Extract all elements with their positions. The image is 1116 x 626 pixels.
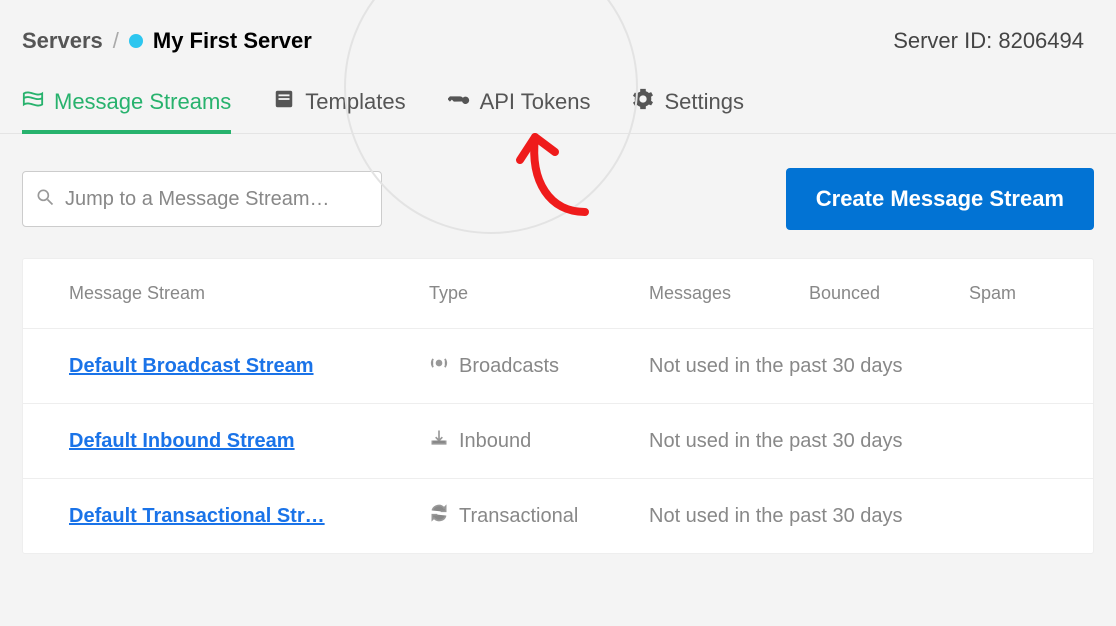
- type-cell: Inbound: [429, 428, 649, 454]
- stream-link[interactable]: Default Broadcast Stream: [69, 355, 429, 378]
- type-label: Transactional: [459, 505, 578, 528]
- row-status: Not used in the past 30 days: [649, 505, 1047, 528]
- breadcrumb-root[interactable]: Servers: [22, 28, 103, 54]
- tab-bar: Message Streams Templates API Tokens Set…: [0, 70, 1116, 134]
- gear-icon: [632, 88, 654, 116]
- type-label: Inbound: [459, 430, 531, 453]
- col-stream: Message Stream: [69, 283, 429, 304]
- tab-label: Templates: [305, 89, 405, 115]
- server-id: Server ID: 8206494: [893, 28, 1084, 54]
- table-row: Default Inbound Stream Inbound Not used …: [23, 404, 1093, 479]
- table-row: Default Transactional Str… Transactional…: [23, 479, 1093, 553]
- row-status: Not used in the past 30 days: [649, 430, 1047, 453]
- server-id-label: Server ID:: [893, 28, 992, 53]
- page-header: Servers / My First Server Server ID: 820…: [0, 0, 1116, 70]
- search-input[interactable]: [65, 188, 369, 211]
- col-type: Type: [429, 283, 649, 304]
- toolbar: Create Message Stream: [0, 134, 1116, 258]
- breadcrumb: Servers / My First Server: [22, 28, 312, 54]
- server-color-dot: [129, 34, 143, 48]
- tab-api-tokens[interactable]: API Tokens: [448, 88, 591, 134]
- server-id-value: 8206494: [998, 28, 1084, 53]
- tab-label: Message Streams: [54, 89, 231, 115]
- table-row: Default Broadcast Stream Broadcasts Not …: [23, 329, 1093, 404]
- streams-table: Message Stream Type Messages Bounced Spa…: [22, 258, 1094, 554]
- create-message-stream-button[interactable]: Create Message Stream: [786, 168, 1094, 230]
- stream-link[interactable]: Default Transactional Str…: [69, 505, 429, 528]
- tab-templates[interactable]: Templates: [273, 88, 405, 134]
- templates-icon: [273, 88, 295, 116]
- stream-link[interactable]: Default Inbound Stream: [69, 430, 429, 453]
- col-messages: Messages: [649, 283, 809, 304]
- breadcrumb-current: My First Server: [153, 28, 312, 54]
- type-cell: Broadcasts: [429, 353, 649, 379]
- streams-icon: [22, 88, 44, 116]
- key-icon: [448, 88, 470, 116]
- table-header: Message Stream Type Messages Bounced Spa…: [23, 259, 1093, 329]
- broadcast-icon: [429, 353, 449, 379]
- col-spam: Spam: [969, 283, 1047, 304]
- search-box[interactable]: [22, 171, 382, 227]
- type-label: Broadcasts: [459, 355, 559, 378]
- row-status: Not used in the past 30 days: [649, 355, 1047, 378]
- search-icon: [35, 187, 55, 212]
- transactional-icon: [429, 503, 449, 529]
- tab-label: API Tokens: [480, 89, 591, 115]
- col-bounced: Bounced: [809, 283, 969, 304]
- type-cell: Transactional: [429, 503, 649, 529]
- tab-message-streams[interactable]: Message Streams: [22, 88, 231, 134]
- breadcrumb-separator: /: [113, 28, 119, 54]
- tab-settings[interactable]: Settings: [632, 88, 744, 134]
- inbound-icon: [429, 428, 449, 454]
- tab-label: Settings: [664, 89, 744, 115]
